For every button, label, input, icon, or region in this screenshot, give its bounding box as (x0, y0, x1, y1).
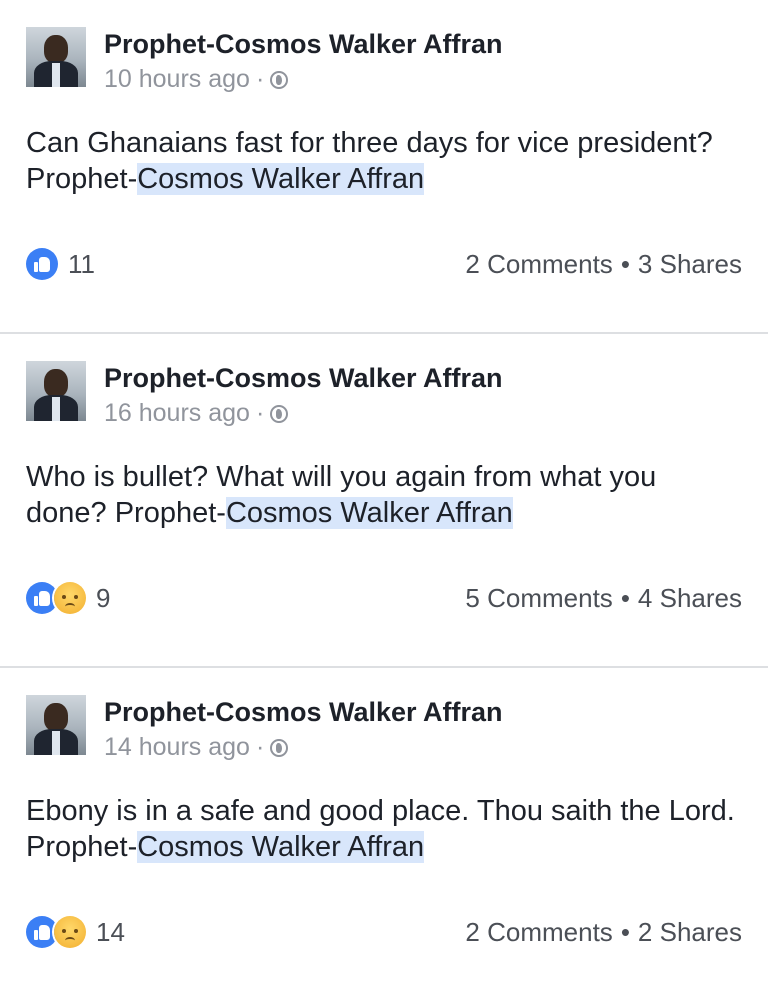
post-text-highlight: Cosmos Walker Affran (137, 831, 425, 863)
reactions-summary[interactable]: 11 (26, 248, 95, 280)
shares-count-link[interactable]: 4 Shares (638, 583, 742, 614)
post-footer: 11 2 Comments • 3 Shares (26, 248, 742, 280)
post-meta: 14 hours ago · (104, 733, 503, 762)
stats-separator: • (620, 582, 630, 613)
post-text: Can Ghanaians fast for three days for vi… (26, 125, 742, 197)
meta-separator: · (255, 65, 265, 93)
post-header: Prophet-Cosmos Walker Affran 14 hours ag… (26, 695, 503, 762)
post-timestamp[interactable]: 14 hours ago (104, 733, 250, 762)
sad-icon (54, 916, 86, 948)
reactions-summary[interactable]: 14 (26, 916, 125, 948)
shares-count-link[interactable]: 3 Shares (638, 249, 742, 280)
post-text-highlight: Cosmos Walker Affran (225, 497, 513, 529)
post-text-highlight: Cosmos Walker Affran (137, 163, 425, 195)
reaction-count: 11 (68, 248, 95, 279)
post-timestamp[interactable]: 10 hours ago (104, 65, 250, 94)
meta-separator: · (255, 733, 265, 761)
avatar[interactable] (26, 361, 86, 421)
public-globe-icon (270, 70, 289, 89)
post-text: Who is bullet? What will you again from … (26, 459, 742, 531)
stats-separator: • (620, 248, 630, 279)
post-timestamp[interactable]: 16 hours ago (104, 399, 250, 428)
post-stats: 5 Comments • 4 Shares (465, 583, 742, 614)
feed-post: Prophet-Cosmos Walker Affran 10 hours ag… (0, 0, 768, 334)
post-header: Prophet-Cosmos Walker Affran 16 hours ag… (26, 361, 503, 428)
comments-count-link[interactable]: 2 Comments (465, 249, 612, 280)
avatar[interactable] (26, 27, 86, 87)
avatar[interactable] (26, 695, 86, 755)
comments-count-link[interactable]: 5 Comments (465, 583, 612, 614)
stats-separator: • (620, 916, 630, 947)
like-icon (26, 248, 58, 280)
public-globe-icon (270, 404, 289, 423)
feed-post: Prophet-Cosmos Walker Affran 14 hours ag… (0, 668, 768, 1002)
post-footer: 14 2 Comments • 2 Shares (26, 916, 742, 948)
author-name[interactable]: Prophet-Cosmos Walker Affran (104, 697, 503, 727)
meta-separator: · (255, 399, 265, 427)
reaction-count: 9 (96, 582, 111, 613)
public-globe-icon (270, 738, 289, 757)
feed-post: Prophet-Cosmos Walker Affran 16 hours ag… (0, 334, 768, 668)
shares-count-link[interactable]: 2 Shares (638, 917, 742, 948)
post-text: Ebony is in a safe and good place. Thou … (26, 793, 742, 865)
reaction-count: 14 (96, 916, 125, 947)
author-name[interactable]: Prophet-Cosmos Walker Affran (104, 363, 503, 393)
comments-count-link[interactable]: 2 Comments (465, 917, 612, 948)
post-meta: 10 hours ago · (104, 65, 503, 94)
author-name[interactable]: Prophet-Cosmos Walker Affran (104, 29, 503, 59)
post-header: Prophet-Cosmos Walker Affran 10 hours ag… (26, 27, 503, 94)
post-footer: 9 5 Comments • 4 Shares (26, 582, 742, 614)
post-meta: 16 hours ago · (104, 399, 503, 428)
post-stats: 2 Comments • 3 Shares (465, 249, 742, 280)
post-stats: 2 Comments • 2 Shares (465, 917, 742, 948)
reactions-summary[interactable]: 9 (26, 582, 110, 614)
sad-icon (54, 582, 86, 614)
